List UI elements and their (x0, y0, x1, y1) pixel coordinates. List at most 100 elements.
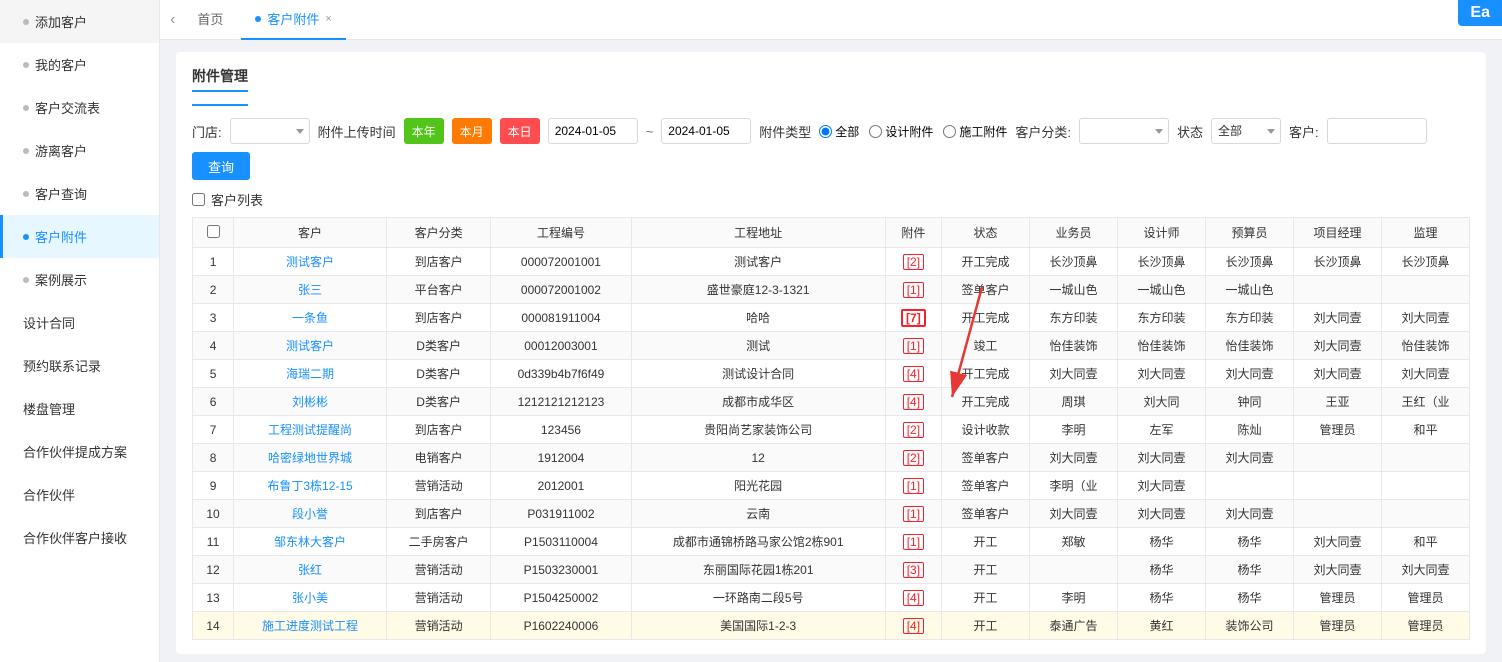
customer-link[interactable]: 哈密绿地世界城 (268, 451, 352, 465)
section-title: 附件管理 (192, 66, 248, 92)
customer-link[interactable]: 一条鱼 (292, 311, 328, 325)
attach-badge[interactable]: [1] (903, 282, 924, 298)
status-label: 状态 (1177, 122, 1203, 141)
attach-badge[interactable]: [1] (903, 478, 924, 494)
sidebar-item-add-customer[interactable]: 添加客户 (0, 0, 159, 43)
attach-badge[interactable]: [4] (903, 590, 924, 606)
project-address: 东丽国际花园1栋201 (631, 556, 885, 584)
customer-category-select[interactable] (1079, 118, 1169, 144)
project-address: 测试设计合同 (631, 360, 885, 388)
project-no: 123456 (491, 416, 631, 444)
salesman: 郑敏 (1030, 528, 1118, 556)
attach-badge[interactable]: [1] (903, 506, 924, 522)
tab-home[interactable]: 首页 (183, 0, 237, 40)
tab-customer-attachment[interactable]: 客户附件× (241, 0, 345, 40)
customer-link[interactable]: 工程测试提醒尚 (268, 423, 352, 437)
attach-badge[interactable]: [4] (903, 618, 924, 634)
date-from-input[interactable] (548, 118, 638, 144)
radio-construction[interactable]: 施工附件 (943, 123, 1007, 140)
sidebar-item-design-contract[interactable]: 设计合同 (0, 301, 159, 344)
sidebar-dot (23, 191, 29, 197)
tab-back-button[interactable]: ‹ (170, 11, 175, 29)
budgeteer: 杨华 (1206, 528, 1294, 556)
customer-input[interactable] (1327, 118, 1427, 144)
customer-link[interactable]: 刘彬彬 (292, 395, 328, 409)
budgeteer: 杨华 (1206, 584, 1294, 612)
project-address: 成都市成华区 (631, 388, 885, 416)
supervisor (1381, 500, 1469, 528)
sidebar-dot (23, 62, 29, 68)
date-to-input[interactable] (661, 118, 751, 144)
query-button[interactable]: 查询 (192, 152, 250, 180)
customer-link[interactable]: 测试客户 (286, 339, 334, 353)
customer-link[interactable]: 海瑞二期 (286, 367, 334, 381)
header-checkbox[interactable] (207, 225, 220, 238)
customer-link[interactable]: 邹东林大客户 (274, 535, 346, 549)
filter-bar: 门店: 附件上传时间 本年 本月 本日 ~ 附件类型 全部 (192, 118, 1470, 180)
tilde: ~ (646, 124, 654, 139)
sidebar-item-customer-exchange[interactable]: 客户交流表 (0, 86, 159, 129)
select-all-checkbox[interactable] (192, 193, 205, 206)
attach-badge[interactable]: [4] (903, 366, 924, 382)
table-row: 8哈密绿地世界城电销客户191200412[2]签单客户刘大同壹刘大同壹刘大同壹 (193, 444, 1470, 472)
customer-category: 营销活动 (387, 556, 491, 584)
table-row: 1测试客户到店客户000072001001测试客户[2]开工完成长沙顶鼻长沙顶鼻… (193, 248, 1470, 276)
attach-badge[interactable]: [2] (903, 450, 924, 466)
attach-badge[interactable]: [1] (903, 534, 924, 550)
sidebar-item-partner[interactable]: 合作伙伴 (0, 473, 159, 516)
radio-design[interactable]: 设计附件 (869, 123, 933, 140)
attach-badge[interactable]: [2] (903, 254, 924, 270)
sidebar-dot (23, 148, 29, 154)
attach-badge[interactable]: [1] (903, 338, 924, 354)
supervisor: 刘大同壹 (1381, 556, 1469, 584)
attach-badge[interactable]: [7] (901, 309, 926, 327)
row-no: 4 (193, 332, 234, 360)
sidebar-item-wandering-customer[interactable]: 游离客户 (0, 129, 159, 172)
sidebar-item-property-management[interactable]: 楼盘管理 (0, 387, 159, 430)
customer-link[interactable]: 段小誉 (292, 507, 328, 521)
sidebar-item-label: 客户交流表 (35, 98, 100, 117)
row-status: 开工 (942, 584, 1030, 612)
attach-badge[interactable]: [2] (903, 422, 924, 438)
project-manager: 管理员 (1294, 416, 1382, 444)
sidebar-item-customer-query[interactable]: 客户查询 (0, 172, 159, 215)
row-no: 8 (193, 444, 234, 472)
row-status: 签单客户 (942, 472, 1030, 500)
btn-year[interactable]: 本年 (404, 118, 444, 144)
customer-link[interactable]: 张三 (298, 283, 322, 297)
radio-all[interactable]: 全部 (819, 123, 859, 140)
sidebar: 添加客户我的客户客户交流表游离客户客户查询客户附件案例展示设计合同预约联系记录楼… (0, 0, 160, 662)
supervisor: 王红（业 (1381, 388, 1469, 416)
customer-link[interactable]: 布鲁丁3栋12-15 (267, 479, 352, 493)
btn-month[interactable]: 本月 (452, 118, 492, 144)
status-select[interactable]: 全部 (1211, 118, 1281, 144)
attach-badge[interactable]: [3] (903, 562, 924, 578)
customer-link[interactable]: 测试客户 (286, 255, 334, 269)
project-no: P1503230001 (491, 556, 631, 584)
row-status: 开工 (942, 528, 1030, 556)
attach-badge[interactable]: [4] (903, 394, 924, 410)
row-status: 签单客户 (942, 500, 1030, 528)
sidebar-item-partner-customer-receive[interactable]: 合作伙伴客户接收 (0, 516, 159, 559)
sidebar-item-partner-proposal[interactable]: 合作伙伴提成方案 (0, 430, 159, 473)
tab-label: 首页 (197, 9, 223, 28)
customer-link[interactable]: 张红 (298, 563, 322, 577)
sidebar-item-appointment-record[interactable]: 预约联系记录 (0, 344, 159, 387)
row-no: 14 (193, 612, 234, 640)
sidebar-item-case-show[interactable]: 案例展示 (0, 258, 159, 301)
customer-category: D类客户 (387, 332, 491, 360)
store-select[interactable] (230, 118, 310, 144)
salesman: 刘大同壹 (1030, 360, 1118, 388)
store-label: 门店: (192, 122, 222, 141)
project-no: 000072001002 (491, 276, 631, 304)
customer-link[interactable]: 张小美 (292, 591, 328, 605)
col-header-4: 工程地址 (631, 218, 885, 248)
designer: 黄红 (1118, 612, 1206, 640)
btn-day[interactable]: 本日 (500, 118, 540, 144)
sidebar-item-my-customer[interactable]: 我的客户 (0, 43, 159, 86)
customer-link[interactable]: 施工进度测试工程 (262, 619, 358, 633)
sidebar-item-customer-attachment[interactable]: 客户附件 (0, 215, 159, 258)
table-row: 12张红营销活动P1503230001东丽国际花园1栋201[3]开工杨华杨华刘… (193, 556, 1470, 584)
tab-close-button[interactable]: × (325, 13, 331, 25)
project-address: 测试客户 (631, 248, 885, 276)
